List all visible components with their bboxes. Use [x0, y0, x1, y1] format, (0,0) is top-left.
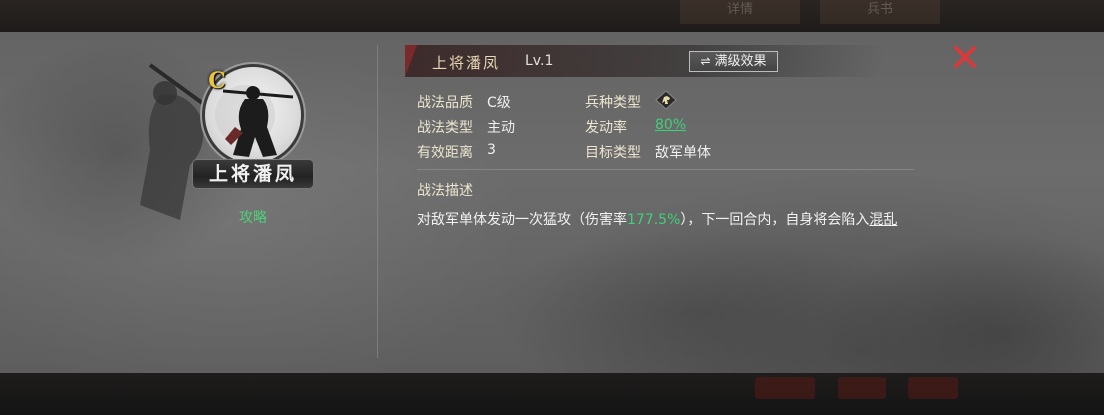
- trigger-rate-label: 发动率: [585, 120, 627, 136]
- background-blob: [755, 377, 815, 399]
- quality-c-badge: C: [208, 68, 226, 94]
- skill-type-label: 战法类型: [417, 120, 473, 136]
- background-top-strip: 详情 兵书: [0, 0, 1104, 32]
- confusion-keyword-link[interactable]: 混乱: [869, 212, 897, 228]
- skill-type-value: 主动: [487, 120, 515, 136]
- max-effect-button[interactable]: ⇌ 满级效果: [689, 51, 778, 72]
- background-tab-details: 详情: [680, 0, 800, 24]
- swap-arrows-icon: ⇌: [700, 54, 711, 68]
- general-name-label: 上将潘凤: [208, 163, 297, 185]
- vertical-divider: [377, 45, 378, 358]
- quality-label: 战法品质: [417, 95, 473, 111]
- troop-type-label: 兵种类型: [585, 95, 641, 111]
- background-tab-book: 兵书: [820, 0, 940, 24]
- guide-link[interactable]: 攻略: [233, 207, 273, 227]
- range-label: 有效距离: [417, 145, 473, 161]
- trigger-rate-value[interactable]: 80%: [655, 117, 686, 133]
- quality-value: C级: [487, 95, 511, 111]
- close-icon[interactable]: [950, 42, 980, 72]
- target-type-label: 目标类型: [585, 145, 641, 161]
- horizontal-divider: [417, 169, 914, 170]
- max-effect-label: 满级效果: [714, 54, 767, 69]
- damage-rate-value: 177.5%: [627, 212, 681, 228]
- background-blob: [838, 377, 886, 399]
- description-title: 战法描述: [417, 183, 473, 199]
- description-part-1: 对敌军单体发动一次猛攻（伤害率: [417, 212, 627, 228]
- background-blob: [908, 377, 958, 399]
- target-type-value: 敌军单体: [655, 145, 711, 161]
- description-part-2: ），下一回合内，自身将会陷入: [680, 212, 870, 228]
- skill-name: 上将潘凤: [432, 54, 501, 72]
- range-value: 3: [487, 142, 496, 158]
- general-name-plate: 上将潘凤: [193, 160, 313, 188]
- skill-level: Lv.1: [525, 53, 554, 69]
- description-text: 对敌军单体发动一次猛攻（伤害率177.5%），下一回合内，自身将会陷入混乱: [417, 209, 897, 229]
- background-bottom-strip: [0, 373, 1104, 415]
- cavalry-icon: [655, 90, 677, 110]
